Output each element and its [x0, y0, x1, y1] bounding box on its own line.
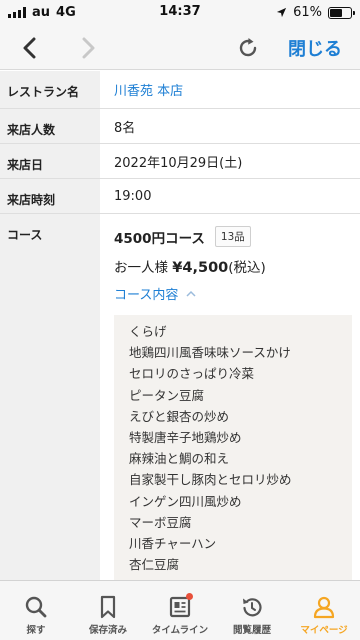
price-prefix: お一人様	[114, 260, 168, 276]
status-right: 61%	[276, 5, 355, 20]
tab-search[interactable]: 探す	[0, 581, 72, 640]
location-arrow-icon	[277, 7, 287, 18]
dish-item: 自家製干し豚肉とセロリ炒め	[129, 472, 292, 488]
dish-item: えびと銀杏の炒め	[129, 408, 230, 424]
forward-button[interactable]	[72, 32, 104, 64]
history-icon	[243, 598, 262, 617]
dish-item: 川香チャーハン	[129, 535, 217, 551]
dish-item: インゲン四川風炒め	[129, 493, 242, 509]
tab-mypage[interactable]: マイページ	[288, 581, 360, 640]
tab-saved-label: 保存済み	[88, 625, 127, 636]
tab-history[interactable]: 閲覧履歴	[216, 581, 288, 640]
visit-time-label: 来店時刻	[0, 179, 100, 213]
price-suffix: (税込)	[228, 260, 266, 276]
visit-date-row: 来店日 2022年10月29日(土)	[0, 144, 360, 179]
item-count-badge: 13品	[214, 226, 251, 247]
chevron-up-icon	[186, 290, 196, 297]
tab-timeline[interactable]: タイムライン	[144, 581, 216, 640]
person-icon	[313, 596, 335, 619]
chevron-right-icon	[82, 37, 95, 59]
dish-item: マーボ豆腐	[129, 514, 192, 530]
reload-button[interactable]	[232, 32, 264, 64]
bottom-tab-bar: 探す 保存済み タイムライン 閲覧履歴 マイページ	[0, 580, 360, 640]
dish-item: 地鶏四川風香味味ソースかけ	[129, 345, 291, 361]
visit-date-value: 2022年10月29日(土)	[114, 155, 243, 171]
search-icon	[25, 596, 47, 618]
course-price: ¥4,500	[172, 260, 229, 276]
course-name: 4500円コース	[114, 230, 205, 247]
reload-icon	[239, 38, 257, 57]
course-details: 4500円コース 13品 お一人様 ¥4,500(税込) コース内容 くらげ 地…	[100, 214, 360, 584]
restaurant-label: レストラン名	[0, 71, 100, 108]
price-line: お一人様 ¥4,500(税込)	[114, 256, 352, 276]
back-button[interactable]	[14, 32, 46, 64]
visit-time-row: 来店時刻 19:00	[0, 179, 360, 214]
course-contents-label: コース内容	[114, 288, 179, 303]
tab-mypage-label: マイページ	[300, 625, 348, 636]
party-size-row: 来店人数 8名	[0, 109, 360, 144]
tab-saved[interactable]: 保存済み	[72, 581, 144, 640]
visit-time-value: 19:00	[114, 188, 152, 204]
dish-item: 杏仁豆腐	[129, 557, 180, 573]
dish-item: ピータン豆腐	[129, 387, 205, 403]
dish-item: 麻辣油と鯛の和え	[129, 451, 230, 467]
close-button[interactable]: 閉じる	[288, 35, 342, 61]
course-label: コース	[0, 214, 100, 580]
party-size-label: 来店人数	[0, 109, 100, 143]
chevron-left-icon	[23, 37, 36, 59]
course-header: 4500円コース 13品	[114, 226, 352, 247]
battery-icon	[328, 6, 355, 19]
restaurant-row: レストラン名 川香苑 本店	[0, 71, 360, 109]
tab-timeline-label: タイムライン	[151, 625, 209, 636]
tab-history-label: 閲覧履歴	[232, 625, 271, 636]
tab-search-label: 探す	[26, 625, 46, 636]
bookmark-icon	[100, 595, 116, 619]
notification-dot	[186, 593, 193, 600]
status-bar: au 4G 14:37 61%	[0, 0, 360, 26]
dish-list: くらげ 地鶏四川風香味味ソースかけ セロリのさっぱり冷菜 ピータン豆腐 えびと銀…	[114, 315, 352, 584]
battery-percent: 61%	[293, 5, 322, 20]
nav-bar: 閉じる	[0, 26, 360, 70]
visit-date-label: 来店日	[0, 144, 100, 178]
party-size-value: 8名	[114, 120, 136, 136]
course-row: コース 4500円コース 13品 お一人様 ¥4,500(税込) コース内容 く…	[0, 214, 360, 584]
dish-item: セロリのさっぱり冷菜	[129, 366, 255, 382]
restaurant-name-link[interactable]: 川香苑 本店	[100, 71, 360, 108]
dish-item: くらげ	[129, 324, 167, 339]
course-contents-toggle[interactable]: コース内容	[114, 284, 352, 303]
reservation-info-table: レストラン名 川香苑 本店 来店人数 8名 来店日 2022年10月29日(土)…	[0, 71, 360, 584]
dish-item: 特製唐辛子地鶏炒め	[129, 429, 242, 445]
